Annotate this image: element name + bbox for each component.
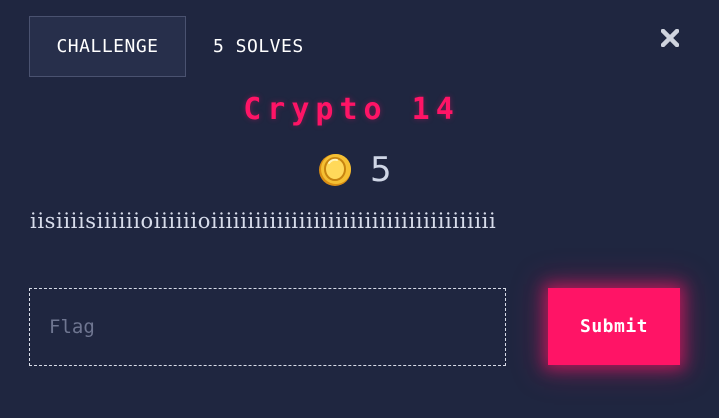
tab-challenge[interactable]: CHALLENGE	[29, 16, 186, 77]
challenge-title: Crypto 14	[243, 92, 460, 127]
tab-challenge-label: CHALLENGE	[56, 36, 159, 57]
tab-solves-label: 5 SOLVES	[213, 36, 304, 57]
challenge-description: iisiiiisiiiiiioiiiiiioiiiiiiiiiiiiiiiiii…	[30, 209, 497, 233]
close-button[interactable]	[658, 26, 682, 50]
submit-button[interactable]: Submit	[548, 288, 680, 365]
flag-input[interactable]	[29, 288, 506, 366]
coin-icon	[319, 154, 351, 186]
tab-solves[interactable]: 5 SOLVES	[213, 16, 304, 77]
close-icon	[661, 29, 679, 47]
challenge-points: 5	[318, 150, 392, 190]
points-value: 5	[370, 150, 392, 190]
